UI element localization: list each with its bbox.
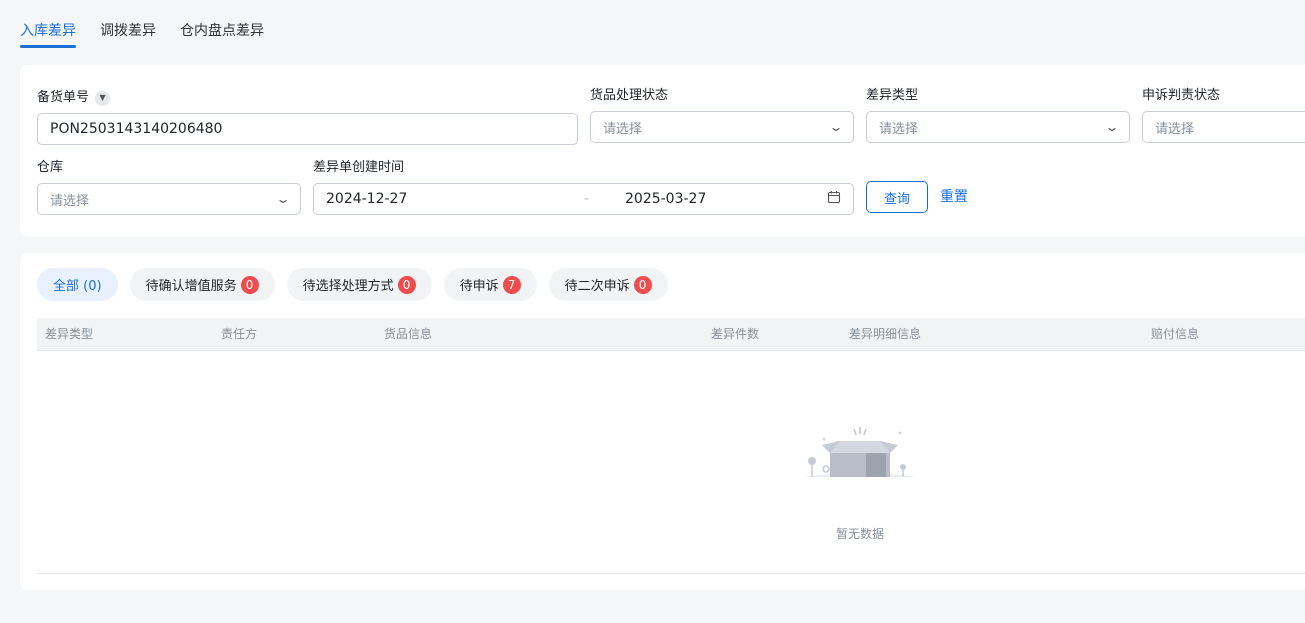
warehouse-select[interactable]: 请选择 ⌄ <box>37 183 301 215</box>
date-range-picker[interactable]: 2024-12-27 - 2025-03-27 <box>313 183 854 215</box>
reset-button[interactable]: 重置 <box>940 181 968 213</box>
status-tab-pending-appeal[interactable]: 待申诉 7 <box>443 268 537 301</box>
chevron-down-icon: ⌄ <box>828 120 844 134</box>
count-badge: 7 <box>502 275 521 294</box>
table-header: 差异类型 责任方 货品信息 差异件数 差异明细信息 赔付信息 <box>37 318 1305 351</box>
diff-type-label: 差异类型 <box>866 88 919 103</box>
order-no-input[interactable]: PON2503143140206480 <box>37 113 578 145</box>
appeal-status-select[interactable]: 请选择 <box>1142 111 1305 143</box>
end-date[interactable]: 2025-03-27 <box>607 191 827 207</box>
diff-type-placeholder: 请选择 <box>879 121 919 137</box>
count-badge: 0 <box>633 275 652 294</box>
start-date[interactable]: 2024-12-27 <box>326 191 566 207</box>
tab-bar: 入库差异 调拨差异 仓内盘点差异 <box>20 0 288 50</box>
status-tab-pending-handling[interactable]: 待选择处理方式 0 <box>286 268 432 301</box>
empty-text: 暂无数据 <box>835 527 884 541</box>
table-bottom-divider <box>37 573 1305 574</box>
status-tab-pending-vas[interactable]: 待确认增值服务 0 <box>129 268 275 301</box>
order-no-field: 备货单号 ▼ PON2503143140206480 <box>37 89 578 145</box>
created-time-label: 差异单创建时间 <box>313 160 405 175</box>
chevron-down-icon: ⌄ <box>1104 120 1120 134</box>
warehouse-label: 仓库 <box>37 160 64 175</box>
appeal-status-placeholder: 请选择 <box>1155 121 1195 137</box>
col-responsible: 责任方 <box>221 327 258 341</box>
appeal-status-label: 申诉判责状态 <box>1142 88 1221 103</box>
count-badge: 0 <box>397 275 416 294</box>
tab-stocktake-diff[interactable]: 仓内盘点差异 <box>180 0 264 50</box>
status-tab-label: 待确认增值服务 <box>145 279 237 294</box>
empty-box-icon <box>802 427 918 477</box>
chevron-down-icon: ⌄ <box>275 192 291 206</box>
status-tab-label: 待选择处理方式 <box>302 279 394 294</box>
tab-inbound-diff[interactable]: 入库差异 <box>20 0 76 50</box>
status-tab-label: 待二次申诉 <box>564 279 630 294</box>
filter-panel: 备货单号 ▼ PON2503143140206480 货品处理状态 请选择 ⌄ … <box>20 65 1305 237</box>
status-tab-label: 全部 (0) <box>53 279 102 294</box>
col-diff-type: 差异类型 <box>45 327 94 341</box>
created-time-field: 差异单创建时间 2024-12-27 - 2025-03-27 <box>313 159 854 215</box>
warehouse-placeholder: 请选择 <box>50 193 90 209</box>
goods-status-select[interactable]: 请选择 ⌄ <box>590 111 854 143</box>
status-tab-pending-second-appeal[interactable]: 待二次申诉 0 <box>548 268 668 301</box>
goods-status-label: 货品处理状态 <box>590 88 669 103</box>
diff-type-field: 差异类型 请选择 ⌄ <box>866 87 1130 143</box>
appeal-status-field: 申诉判责状态 请选择 <box>1142 87 1305 143</box>
col-diff-detail: 差异明细信息 <box>849 327 922 341</box>
status-tab-all[interactable]: 全部 (0) <box>37 268 118 301</box>
status-filter-tabs: 全部 (0) 待确认增值服务 0 待选择处理方式 0 待申诉 7 待二次申诉 0 <box>37 268 680 301</box>
goods-status-field: 货品处理状态 请选择 ⌄ <box>590 87 854 143</box>
col-goods-info: 货品信息 <box>384 327 433 341</box>
col-compensation: 赔付信息 <box>1151 327 1200 341</box>
list-panel: 全部 (0) 待确认增值服务 0 待选择处理方式 0 待申诉 7 待二次申诉 0… <box>20 253 1305 590</box>
count-badge: 0 <box>240 275 259 294</box>
query-button[interactable]: 查询 <box>866 181 928 213</box>
calendar-icon[interactable] <box>827 190 841 208</box>
col-diff-qty: 差异件数 <box>711 327 760 341</box>
warehouse-field: 仓库 请选择 ⌄ <box>37 159 301 215</box>
order-no-label: 备货单号 <box>37 90 90 105</box>
order-no-value: PON2503143140206480 <box>50 121 223 137</box>
goods-status-placeholder: 请选择 <box>603 121 643 137</box>
empty-state: 暂无数据 <box>800 425 920 542</box>
date-separator: - <box>583 191 590 207</box>
tab-transfer-diff[interactable]: 调拨差异 <box>100 0 156 50</box>
status-tab-label: 待申诉 <box>459 279 499 294</box>
caret-down-icon[interactable]: ▼ <box>95 90 111 106</box>
diff-type-select[interactable]: 请选择 ⌄ <box>866 111 1130 143</box>
